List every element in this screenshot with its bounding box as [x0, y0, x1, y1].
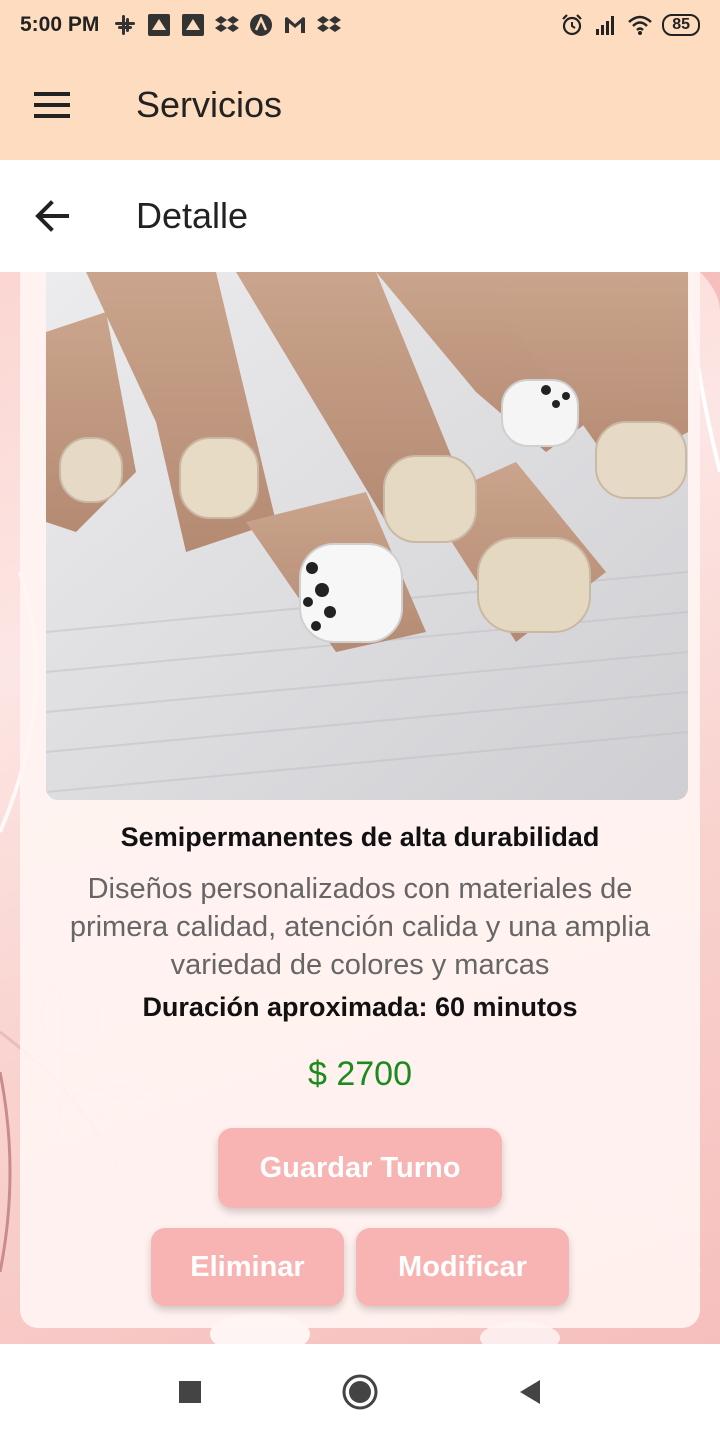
menu-icon	[34, 92, 70, 118]
service-price: $ 2700	[308, 1055, 412, 1093]
wifi-icon	[628, 15, 653, 35]
back-button[interactable]	[12, 176, 92, 256]
app-icon	[148, 14, 171, 36]
recents-square-icon	[179, 1381, 201, 1403]
delete-button[interactable]: Eliminar	[151, 1228, 344, 1306]
status-right: 85	[560, 13, 700, 37]
status-time: 5:00 PM	[20, 13, 100, 36]
service-title: Semipermanentes de alta durabilidad	[120, 822, 600, 852]
home-circle-icon	[342, 1374, 378, 1410]
service-photo	[46, 272, 688, 800]
save-appointment-button[interactable]: Guardar Turno	[218, 1128, 502, 1208]
recents-button[interactable]	[160, 1362, 220, 1422]
gmail-icon	[285, 17, 306, 33]
page-title: Detalle	[136, 195, 249, 236]
slack-icon	[115, 15, 136, 35]
status-bar: 5:00 PM 85	[0, 0, 720, 50]
back-nav-button[interactable]	[500, 1362, 560, 1422]
alarm-icon	[562, 14, 582, 36]
menu-button[interactable]	[12, 65, 92, 145]
dropbox-icon	[317, 16, 342, 32]
dropbox-icon	[215, 16, 240, 32]
app-icon	[250, 14, 273, 36]
signal-icon	[596, 16, 615, 35]
notification-icons	[113, 13, 342, 37]
home-button[interactable]	[330, 1362, 390, 1422]
status-left: 5:00 PM	[20, 13, 342, 37]
battery-icon: 85	[662, 14, 700, 36]
nails-photo-illustration	[46, 272, 688, 800]
service-duration: Duración aproximada: 60 minutos	[142, 992, 578, 1022]
back-triangle-icon	[520, 1380, 540, 1404]
system-navigation-bar	[0, 1344, 720, 1440]
battery-level: 85	[672, 16, 690, 33]
service-description: Diseños personalizados con materiales de…	[69, 873, 651, 981]
detail-toolbar: Detalle	[0, 160, 720, 272]
edit-button[interactable]: Modificar	[356, 1228, 569, 1306]
app-icon	[182, 14, 205, 36]
app-bar: Servicios	[0, 50, 720, 160]
app-title: Servicios	[136, 84, 283, 125]
arrow-left-icon	[35, 200, 69, 232]
